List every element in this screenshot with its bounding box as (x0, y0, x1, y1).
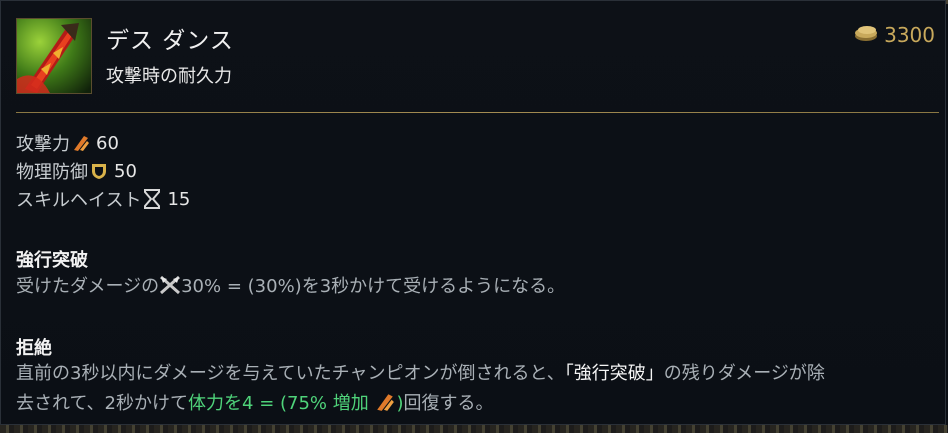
passive1-text-post: 30% = (30%)を3秒かけて受けるようになる。 (181, 276, 566, 297)
passive-title-ignore-pain: 強行突破 (16, 250, 88, 271)
item-subtitle: 攻撃時の耐久力 (106, 66, 232, 87)
bottom-edge-strip (0, 425, 948, 433)
stat-value: 50 (114, 160, 137, 182)
stat-label: 物理防御 (16, 162, 88, 183)
item-tooltip: デス ダンス 攻撃時の耐久力 3300 攻撃力 60 物理防御 50 スキルヘイ… (0, 0, 946, 425)
attack-damage-icon (72, 134, 90, 152)
item-name: デス ダンス (106, 28, 234, 54)
passive-text-defy-line1: 直前の3秒以内にダメージを与えていたチャンピオンが倒されると、「強行突破」の残り… (16, 359, 825, 388)
stat-value: 60 (96, 132, 119, 154)
death-dance-blade-icon (16, 18, 92, 94)
passive-text-ignore-pain: 受けたダメージの 30% = (30%)を3秒かけて受けるようになる。 (16, 272, 565, 304)
passive2-line2-pre: 去されて、2秒かけて (16, 393, 189, 414)
passive-title-defy: 拒絶 (16, 338, 52, 359)
stat-attack-damage: 攻撃力 60 (16, 129, 190, 157)
price-value: 3300 (884, 23, 935, 47)
stat-label: 攻撃力 (16, 134, 70, 155)
attack-damage-icon (374, 392, 396, 421)
passive1-text-pre: 受けたダメージの (16, 276, 160, 297)
stat-armor: 物理防御 50 (16, 157, 190, 185)
passive2-line1-pre: 直前の3秒以内にダメージを与えていたチャンピオンが倒されると、 (16, 363, 565, 384)
stats-list: 攻撃力 60 物理防御 50 スキルヘイスト 15 (16, 129, 190, 213)
crossed-swords-icon (159, 275, 181, 304)
stat-label: スキルヘイスト (16, 190, 142, 211)
heal-amount: 体力を4 = (75% 増加 ) (188, 393, 403, 414)
passive2-line1-post: の残りダメージが除 (663, 363, 825, 384)
header-divider (16, 112, 939, 113)
gold-coin-icon (854, 23, 878, 47)
passive-text-defy-line2: 去されて、2秒かけて体力を4 = (75% 増加 )回復する。 (16, 389, 494, 421)
passive-name-highlight: 「強行突破」 (564, 363, 664, 384)
stat-ability-haste: スキルヘイスト 15 (16, 185, 190, 213)
hourglass-icon (143, 189, 161, 209)
armor-shield-icon (90, 162, 108, 180)
heal-close-paren: ) (396, 393, 404, 414)
stat-value: 15 (167, 188, 191, 210)
heal-text: 体力を4 = (75% 増加 (188, 393, 375, 414)
item-price: 3300 (854, 23, 935, 47)
passive2-line2-post: 回復する。 (403, 393, 494, 414)
